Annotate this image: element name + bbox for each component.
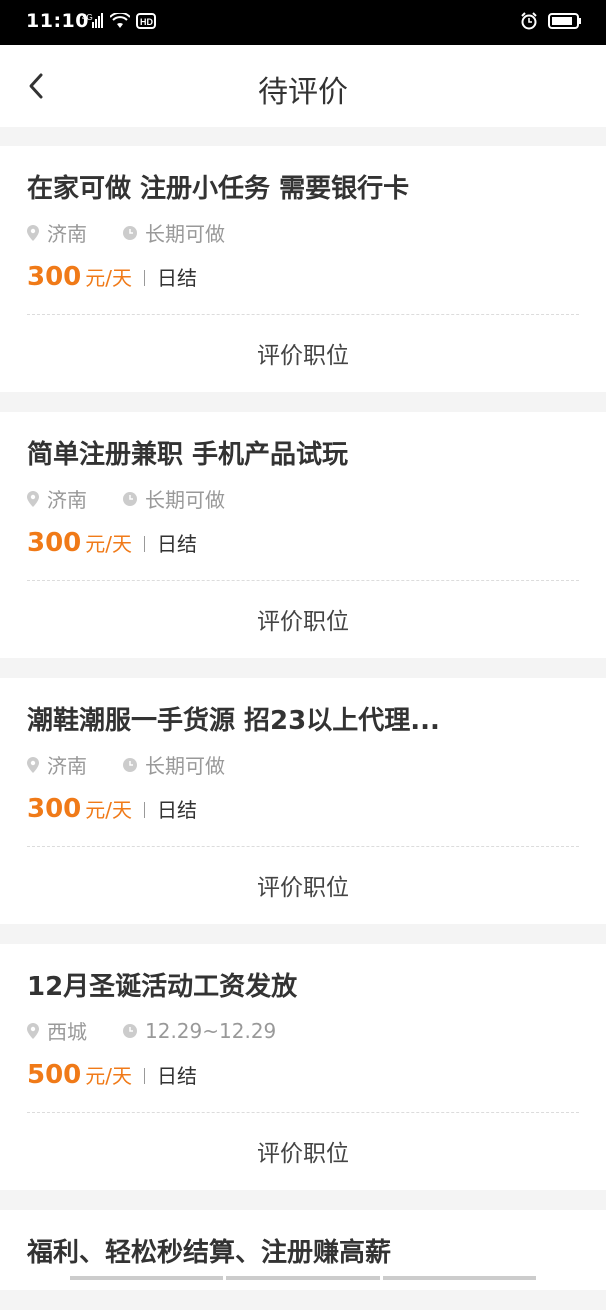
location-pin-icon: [27, 1022, 39, 1039]
clock-icon: [123, 1023, 137, 1038]
signal-icon: 4G: [82, 13, 103, 28]
clock-icon: [123, 225, 137, 240]
job-card[interactable]: 在家可做 注册小任务 需要银行卡 济南 长期可做 300 元/天 日结 评价职位: [0, 146, 606, 392]
job-title: 12月圣诞活动工资发放: [27, 972, 298, 1002]
location-pin-icon: [27, 490, 39, 507]
job-pay: 500 元/天 日结: [27, 1060, 197, 1090]
location-pin-icon: [27, 756, 39, 773]
wifi-icon: [110, 13, 130, 28]
settlement-type: 日结: [157, 532, 198, 556]
app-bar: 待评价: [0, 45, 606, 127]
settlement-type: 日结: [157, 266, 198, 290]
job-location: 西城: [47, 1020, 87, 1044]
job-card[interactable]: 简单注册兼职 手机产品试玩 济南 长期可做 300 元/天 日结 评价职位: [0, 412, 606, 658]
job-title: 潮鞋潮服一手货源 招23以上代理...: [27, 706, 440, 736]
pay-unit: 元/天: [85, 798, 133, 822]
job-period: 长期可做: [145, 222, 225, 246]
job-location: 济南: [47, 222, 87, 246]
dashed-divider: [27, 314, 579, 315]
job-title: 简单注册兼职 手机产品试玩: [27, 440, 349, 470]
dashed-divider: [27, 846, 579, 847]
pay-unit: 元/天: [85, 1064, 133, 1088]
pay-amount: 300: [27, 794, 82, 824]
page-title: 待评价: [258, 75, 348, 110]
scroll-indicator: [70, 1276, 536, 1280]
hd-icon: HD: [136, 13, 156, 29]
dashed-divider: [27, 580, 579, 581]
svg-text:HD: HD: [140, 17, 153, 27]
pay-unit: 元/天: [85, 532, 133, 556]
job-period: 长期可做: [145, 754, 225, 778]
job-period: 12.29~12.29: [145, 1018, 277, 1043]
alarm-icon: [521, 12, 537, 30]
pay-amount: 500: [27, 1060, 82, 1090]
pay-amount: 300: [27, 528, 82, 558]
pay-amount: 300: [27, 262, 82, 292]
divider: [144, 270, 146, 286]
job-location: 济南: [47, 754, 87, 778]
svg-text:4G: 4G: [82, 13, 93, 22]
job-list: 在家可做 注册小任务 需要银行卡 济南 长期可做 300 元/天 日结 评价职位…: [0, 146, 606, 1310]
job-location: 济南: [47, 488, 87, 512]
divider: [144, 1068, 146, 1084]
divider: [144, 536, 146, 552]
job-title: 在家可做 注册小任务 需要银行卡: [27, 174, 410, 204]
job-pay: 300 元/天 日结: [27, 794, 197, 824]
job-period: 长期可做: [145, 488, 225, 512]
job-pay: 300 元/天 日结: [27, 528, 197, 558]
clock-icon: [123, 757, 137, 772]
divider: [144, 802, 146, 818]
job-title: 福利、轻松秒结算、注册赚高薪: [27, 1238, 392, 1268]
status-time: 11:10: [26, 10, 89, 32]
job-pay: 300 元/天 日结: [27, 262, 197, 292]
clock-icon: [123, 491, 137, 506]
rate-job-button[interactable]: 评价职位: [0, 336, 606, 370]
status-bar: 11:10 4G HD: [0, 0, 606, 45]
job-card[interactable]: 12月圣诞活动工资发放 西城 12.29~12.29 500 元/天 日结 评价…: [0, 944, 606, 1190]
rate-job-button[interactable]: 评价职位: [0, 868, 606, 902]
battery-icon: [548, 13, 581, 29]
dashed-divider: [27, 1112, 579, 1113]
location-pin-icon: [27, 224, 39, 241]
rate-job-button[interactable]: 评价职位: [0, 602, 606, 636]
job-card[interactable]: 潮鞋潮服一手货源 招23以上代理... 济南 长期可做 300 元/天 日结 评…: [0, 678, 606, 924]
rate-job-button[interactable]: 评价职位: [0, 1134, 606, 1168]
settlement-type: 日结: [157, 1064, 198, 1088]
settlement-type: 日结: [157, 798, 198, 822]
pay-unit: 元/天: [85, 266, 133, 290]
